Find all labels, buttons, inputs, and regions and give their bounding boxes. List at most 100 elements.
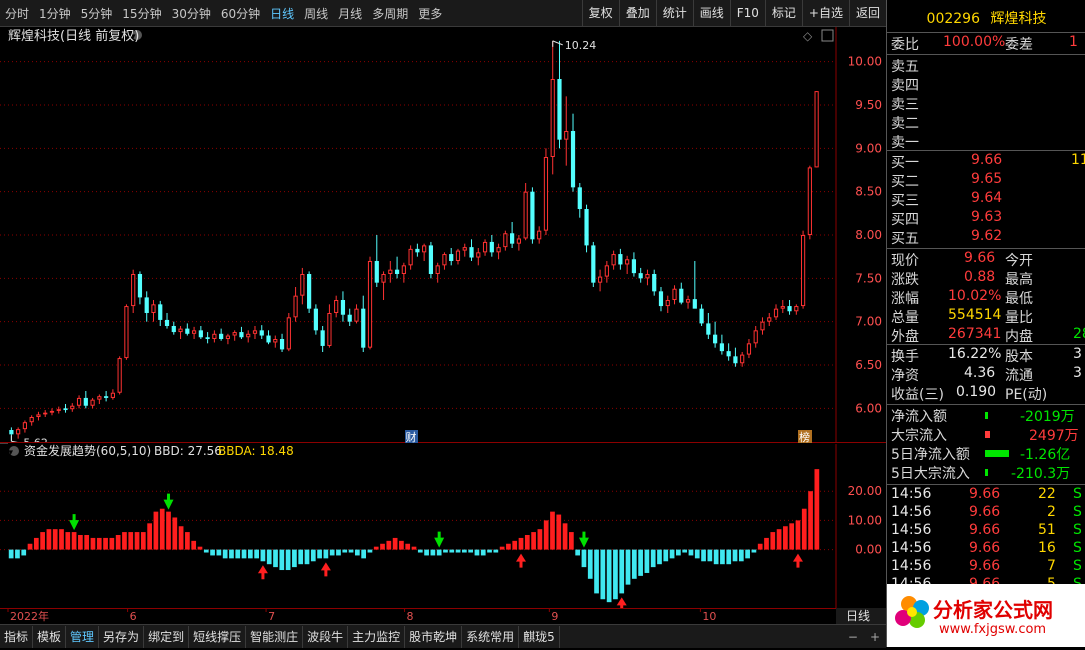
period-tab[interactable]: 日线 [265,5,299,22]
quote-label-2: 今开 [1005,253,1033,269]
indicator-bar [27,543,33,550]
indicator-bar [140,532,146,550]
y-tick-label: 0.00 [855,543,882,557]
indicator-tab[interactable]: 短线撑压 [189,625,247,648]
indicator-bar [348,549,354,553]
indicator-tab[interactable]: 模板 [33,625,67,648]
quote-label: 总量 [891,310,919,326]
toolbar-button[interactable]: 返回 [848,0,886,26]
indicator-tab[interactable]: 主力监控 [348,625,406,648]
indicator-bar [71,532,77,550]
indicator-bar [795,520,801,550]
indicator-bar [235,549,241,559]
indicator-tab[interactable]: 另存为 [99,625,145,648]
period-tab[interactable]: 60分钟 [216,5,265,22]
toolbar-button[interactable]: +自选 [801,0,849,26]
tick-volume: 16 [1038,540,1056,556]
minus-icon[interactable]: − [842,630,864,644]
candle [591,241,596,287]
diamond-icon[interactable]: ◇ [803,29,813,43]
fundamental-label: 换手 [891,349,919,365]
indicator-tab[interactable]: 麒珑5 [519,625,560,648]
indicator-tab[interactable]: 系统常用 [462,625,520,648]
bid-level: 买三 9.64 [891,190,1085,209]
toolbar-button[interactable]: F10 [729,0,765,26]
indicator-tab[interactable]: 股市乾坤 [405,625,463,648]
indicator-bar [424,549,429,556]
period-tab[interactable]: 分时 [0,5,34,22]
indicator-bar [411,546,417,550]
indicator-bar [625,549,631,585]
indicator-bar [751,549,757,553]
x-tick-label: 7 [268,610,275,623]
period-tab[interactable]: 月线 [333,5,367,22]
indicator-bar [644,549,650,573]
indicator-bar [713,549,719,565]
y-tick-label: 8.50 [855,185,882,199]
indicator-bar [455,549,461,553]
toolbar-button[interactable]: 统计 [655,0,693,26]
candlestick-chart[interactable]: 6.00 6.50 7.00 7.50 8.00 8.50 9.00 9.50 10.00 10… [0,27,886,443]
candle [307,271,312,313]
period-selector[interactable]: 日线 [846,609,870,623]
fundamental-label: 净资 [891,368,919,384]
indicator-bar [159,508,165,550]
toolbar-button[interactable]: 叠加 [618,0,656,26]
indicator-title: 资金发展趋势(60,5,10) [24,444,151,458]
indicator-bar [109,537,115,550]
bid-level: 买五 9.62 [891,228,1085,247]
toolbar-button[interactable]: 标记 [764,0,802,26]
period-tab[interactable]: 5分钟 [76,5,118,22]
indicator-bar [562,523,568,550]
indicator-bar [531,532,536,550]
fundamental-row: 换手 16.22% 股本 3 [891,346,1085,365]
indicator-bar [134,532,140,550]
y-tick-label: 8.00 [855,228,882,242]
indicator-bar [575,549,581,556]
indicator-bar [688,549,694,556]
tick-volume: 51 [1038,522,1056,538]
flow-label: 大宗流入 [891,428,947,444]
bid-price: 9.66 [971,152,1003,168]
indicator-bar [178,526,184,550]
period-tab[interactable]: 30分钟 [167,5,216,22]
toolbar-button[interactable]: 画线 [692,0,730,26]
period-tab[interactable]: 更多 [413,5,447,22]
fundamental-label-2: 股本 [1005,349,1033,365]
indicator-bar [801,508,807,550]
tick-side: S [1073,504,1082,520]
indicator-bar [512,540,518,550]
quote-value: 267341 [948,326,1002,342]
indicator-bar [732,549,738,562]
flow-indicator-bar [985,412,988,419]
indicator-bar [776,529,782,550]
period-tab[interactable]: 15分钟 [117,5,166,22]
quote-label: 现价 [891,253,919,269]
quote-label: 涨跌 [891,272,919,288]
indicator-tab[interactable]: 管理 [66,625,100,648]
indicator-tab[interactable]: 绑定到 [144,625,190,648]
y-tick-label: 10.00 [848,513,882,527]
y-tick-label: 7.00 [855,315,882,329]
candle [124,304,129,360]
logo-text: 分析家公式网 [933,598,1053,622]
indicator-tab[interactable]: 智能测庄 [246,625,304,648]
indicator-bar [487,549,492,553]
candle [584,204,589,253]
indicator-bar [285,549,291,571]
period-tab[interactable]: 周线 [299,5,333,22]
indicator-bar [430,549,436,556]
indicator-bar [90,537,96,550]
indicator-tab[interactable]: 指标 [0,625,34,648]
bid-label: 买三 [891,193,919,209]
indicator-tab[interactable]: 波段牛 [303,625,349,648]
money-flow-row: 净流入额 -2019万 [891,406,1085,425]
indicator-bar [185,532,190,550]
tick-price: 9.66 [969,504,1001,520]
indicator-bar [808,491,813,550]
toolbar-button[interactable]: 复权 [581,0,619,26]
indicator-chart[interactable]: 0.00 10.00 20.00 ▾ 资金发展趋势(60,5,10) BBD: 27… [0,444,886,608]
period-tab[interactable]: 多周期 [367,5,413,22]
plus-icon[interactable]: + [864,630,886,644]
period-tab[interactable]: 1分钟 [34,5,76,22]
